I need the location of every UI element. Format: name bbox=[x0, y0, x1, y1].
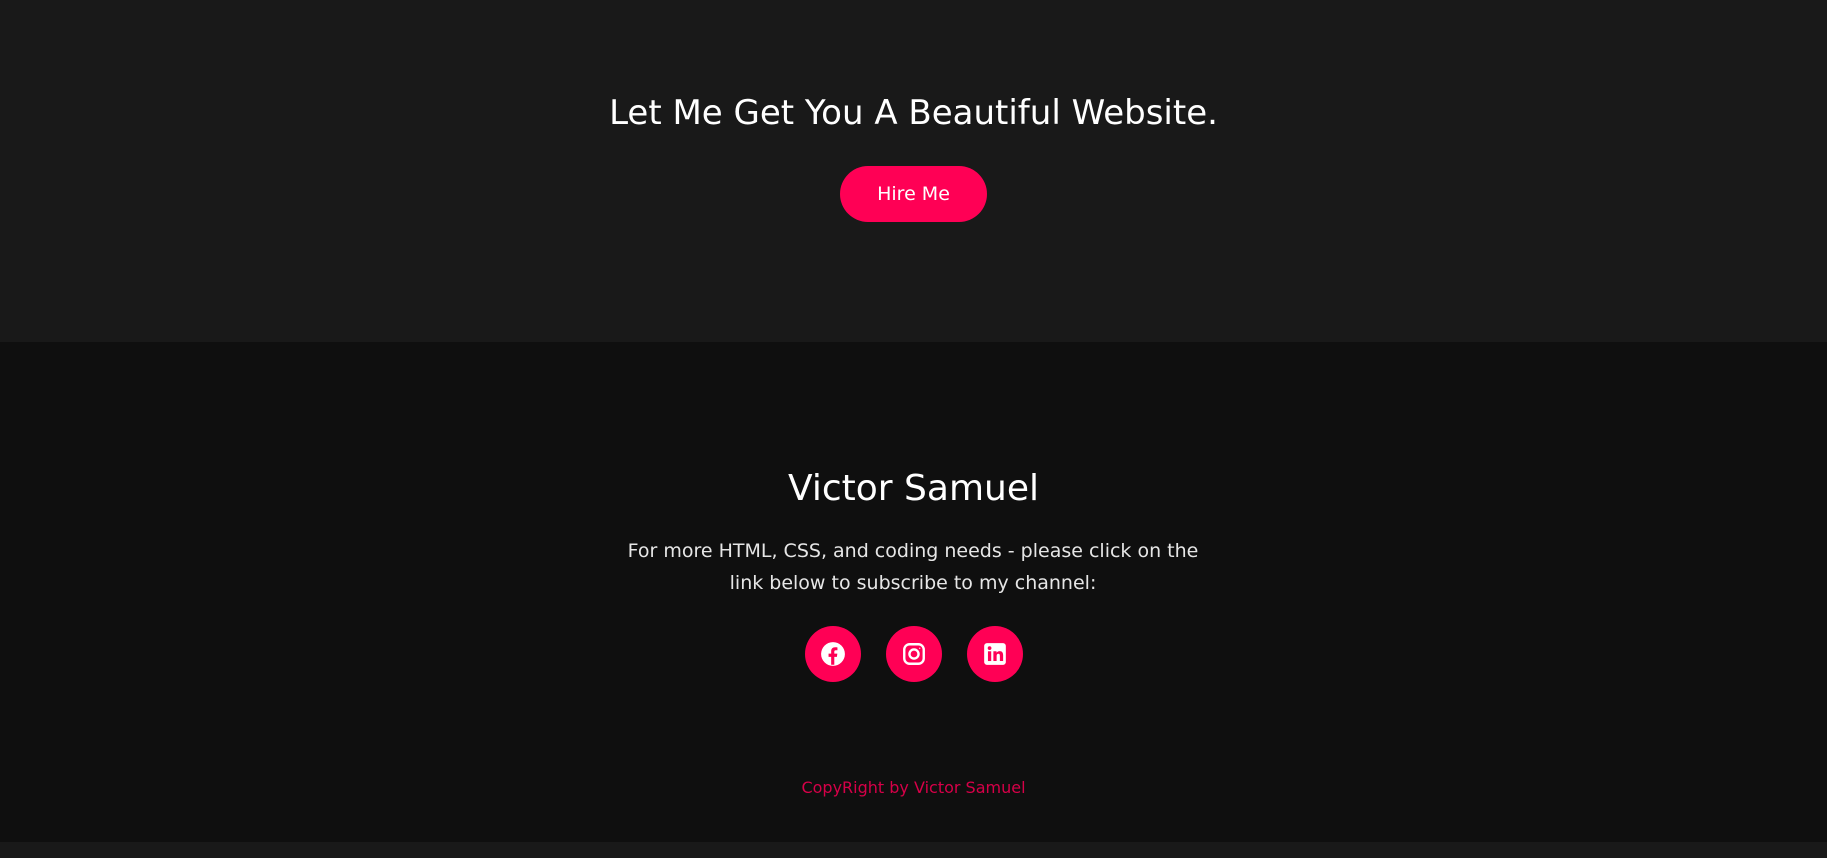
social-links bbox=[0, 626, 1827, 682]
hire-me-button[interactable]: Hire Me bbox=[840, 166, 987, 222]
instagram-icon bbox=[901, 641, 927, 667]
bottom-strip bbox=[0, 842, 1827, 858]
footer-name: Victor Samuel bbox=[788, 468, 1039, 509]
facebook-icon bbox=[820, 641, 846, 667]
hero-section: Let Me Get You A Beautiful Website. Hire… bbox=[0, 0, 1827, 342]
footer: Victor Samuel For more HTML, CSS, and co… bbox=[0, 342, 1827, 842]
linkedin-link[interactable] bbox=[966, 626, 1023, 682]
instagram-link[interactable] bbox=[885, 626, 942, 682]
copyright-text: CopyRight by Victor Samuel bbox=[801, 778, 1026, 797]
hero-title: Let Me Get You A Beautiful Website. bbox=[609, 93, 1218, 133]
linkedin-icon bbox=[982, 641, 1008, 667]
footer-description: For more HTML, CSS, and coding needs - p… bbox=[627, 540, 1199, 594]
facebook-link[interactable] bbox=[804, 626, 861, 682]
